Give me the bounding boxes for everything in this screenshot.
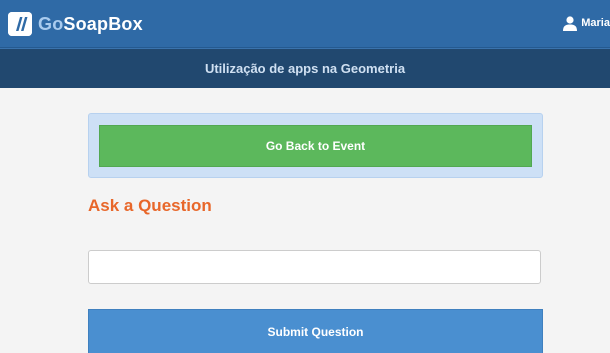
gosoapbox-logo-icon xyxy=(8,12,32,36)
user-icon xyxy=(563,16,578,31)
gosoapbox-logo[interactable]: GoSoapBox xyxy=(8,12,143,36)
user-menu[interactable]: Maria xyxy=(562,15,610,31)
logo-text: GoSoapBox xyxy=(38,14,143,35)
back-to-event-panel: Go Back to Event xyxy=(88,113,543,178)
go-back-to-event-button[interactable]: Go Back to Event xyxy=(99,125,532,167)
logo-suffix: SoapBox xyxy=(63,13,143,34)
top-navigation-bar: GoSoapBox Maria xyxy=(0,0,610,48)
event-title-bar: Utilização de apps na Geometria xyxy=(0,48,610,88)
submit-question-button[interactable]: Submit Question xyxy=(88,309,543,353)
event-title: Utilização de apps na Geometria xyxy=(204,61,406,76)
user-name: Maria xyxy=(581,17,610,29)
logo-prefix: Go xyxy=(38,13,64,34)
question-input[interactable] xyxy=(88,250,541,284)
ask-question-heading: Ask a Question xyxy=(88,196,212,215)
